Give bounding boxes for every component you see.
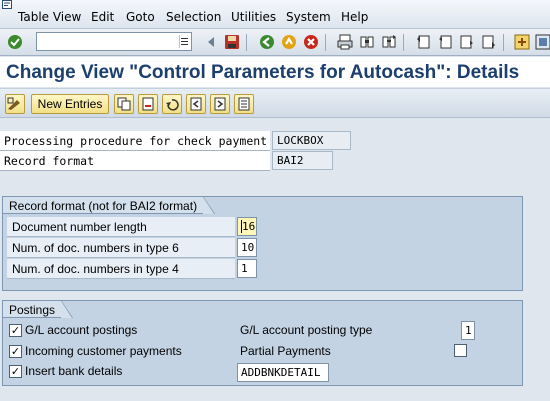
record-format-value[interactable]: BAI2 [272,151,333,170]
toolbar-separator [403,34,404,51]
create-session-icon[interactable] [513,33,531,51]
find-next-icon[interactable] [380,33,398,51]
menu-utilities[interactable]: Utilities [231,10,276,24]
num-type6-label: Num. of doc. numbers in type 6 [7,238,235,258]
command-dropdown-icon[interactable] [179,35,189,48]
main-content: Processing procedure for check payment L… [0,119,550,401]
gl-postings-label: G/L account postings [25,323,138,337]
check-mark-icon: ✓ [10,345,21,358]
check-mark-icon: ✓ [10,324,21,337]
gl-posting-type-label: G/L account posting type [240,323,373,337]
variable-list-icon[interactable] [234,94,254,114]
gl-postings-checkbox[interactable]: ✓ [9,324,22,337]
save-icon[interactable] [223,33,241,51]
exit-icon[interactable] [280,33,298,51]
previous-entry-icon[interactable] [186,94,206,114]
doc-number-length-label: Document number length [7,217,235,237]
processing-procedure-label: Processing procedure for check payment [0,131,270,151]
delete-icon[interactable] [138,94,158,114]
processing-procedure-row: Processing procedure for check payment L… [0,131,352,151]
page-title: Change View "Control Parameters for Auto… [6,62,520,83]
insert-bank-label: Insert bank details [25,364,123,378]
bank-detail-field[interactable]: ADDBNKDETAIL [237,363,329,382]
last-page-icon[interactable] [480,33,498,51]
menu-help[interactable]: Help [341,10,368,24]
application-toolbar: New Entries [0,88,550,118]
menu-goto[interactable]: Goto [126,10,155,24]
check-mark-icon: ✓ [10,365,21,378]
previous-page-icon[interactable] [436,33,454,51]
back-icon[interactable] [258,33,276,51]
num-type4-label: Num. of doc. numbers in type 4 [7,259,235,279]
collapse-arrow-icon[interactable] [202,33,220,51]
menu-system[interactable]: System [286,10,331,24]
first-page-icon[interactable] [414,33,432,51]
record-format-group-title: Record format (not for BAI2 format) [2,196,216,214]
undo-change-icon[interactable] [162,94,182,114]
next-page-icon[interactable] [458,33,476,51]
toolbar-separator [503,34,504,51]
menu-table-view[interactable]: Table View [18,10,81,24]
record-format-row: Record format BAI2 [0,151,352,171]
print-icon[interactable] [336,33,354,51]
incoming-payments-label: Incoming customer payments [25,344,182,358]
partial-payments-checkbox[interactable] [454,344,467,357]
new-entries-button[interactable]: New Entries [31,94,109,114]
partial-payments-label: Partial Payments [240,344,331,358]
title-bar: Change View "Control Parameters for Auto… [0,57,550,87]
command-field[interactable] [36,32,192,51]
copy-as-icon[interactable] [114,94,134,114]
doc-number-length-field[interactable]: 16 [237,217,257,236]
sap-logo-icon[interactable] [2,0,14,10]
standard-toolbar [0,29,550,56]
record-format-label: Record format [0,151,270,171]
incoming-payments-checkbox[interactable]: ✓ [9,345,22,358]
processing-procedure-value[interactable]: LOCKBOX [272,131,351,150]
enter-icon[interactable] [6,33,24,51]
display-change-icon[interactable] [5,94,25,114]
menu-selection[interactable]: Selection [166,10,221,24]
shortcut-icon[interactable] [534,33,550,51]
gl-posting-type-field[interactable]: 1 [461,321,475,340]
doc-number-length-value: 16 [241,220,256,233]
toolbar-separator [246,34,247,51]
postings-group-title: Postings [2,300,74,318]
menu-bar: Table View Edit Goto Selection Utilities… [0,0,550,29]
postings-group: Postings ✓ G/L account postings ✓ Incomi… [2,300,523,386]
next-entry-icon[interactable] [210,94,230,114]
num-type6-field[interactable]: 10 [237,238,257,257]
num-type4-field[interactable]: 1 [237,259,257,278]
cancel-icon[interactable] [302,33,320,51]
menu-edit[interactable]: Edit [91,10,114,24]
insert-bank-checkbox[interactable]: ✓ [9,365,22,378]
record-format-group: Record format (not for BAI2 format) Docu… [2,196,523,291]
toolbar-separator [325,34,326,51]
find-icon[interactable] [358,33,376,51]
